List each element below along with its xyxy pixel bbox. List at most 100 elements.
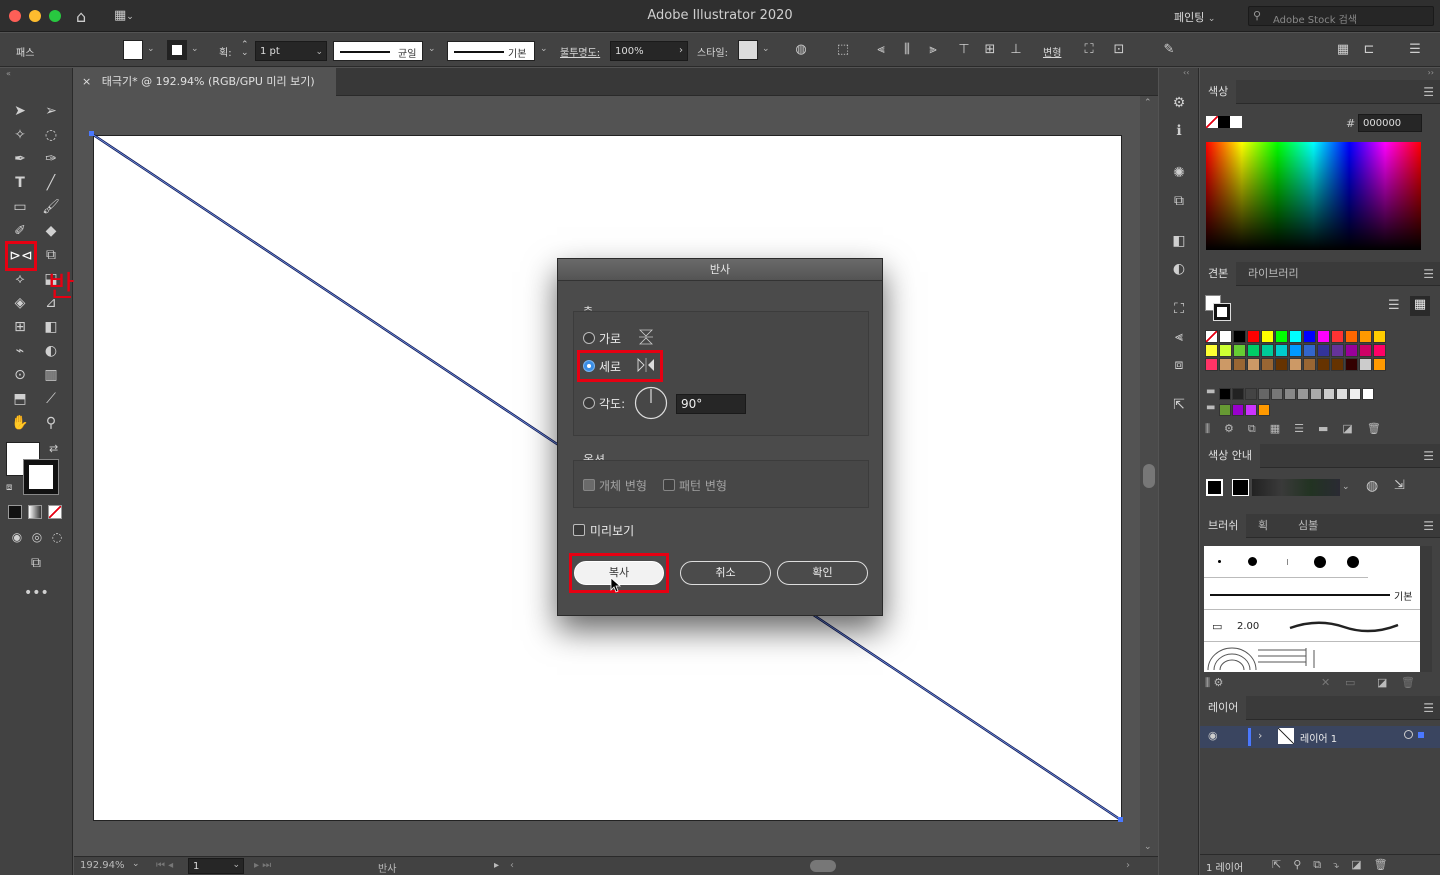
color-swatch[interactable]: [1233, 344, 1246, 357]
white-color-icon[interactable]: [1230, 116, 1242, 128]
vertical-radio[interactable]: 세로: [583, 358, 663, 374]
color-swatch[interactable]: [1297, 388, 1309, 400]
color-swatch[interactable]: [1275, 358, 1288, 371]
transform-panel-icon[interactable]: ⛶: [1168, 298, 1190, 320]
transform-objects-checkbox[interactable]: 개체 변형: [583, 477, 659, 493]
pathfinder-icon[interactable]: ⧈: [1168, 354, 1190, 376]
color-swatch[interactable]: [1261, 358, 1274, 371]
color-swatch[interactable]: [1205, 358, 1218, 371]
color-swatch[interactable]: [1323, 388, 1335, 400]
layers-footer-icons[interactable]: ⇱⚲⧉⤵◪🗑: [1272, 858, 1400, 872]
swatch-stroke-icon[interactable]: [1213, 303, 1231, 321]
basic-brush-row[interactable]: 기본: [1204, 580, 1420, 610]
brushes-scrollbar[interactable]: [1420, 546, 1432, 672]
color-swatch[interactable]: [1331, 344, 1344, 357]
guide-harmony-colors[interactable]: [1252, 479, 1340, 496]
color-swatch[interactable]: [1310, 388, 1322, 400]
color-swatch[interactable]: [1232, 404, 1244, 416]
chevron-down-icon[interactable]: ⌄: [1342, 482, 1350, 492]
artboard-number-field[interactable]: 1 ⌄: [188, 858, 244, 874]
color-swatch[interactable]: [1345, 358, 1358, 371]
visibility-eye-icon[interactable]: ◉: [1208, 729, 1218, 742]
color-spectrum[interactable]: [1206, 142, 1421, 250]
color-swatch[interactable]: [1247, 344, 1260, 357]
hex-color-field[interactable]: 000000: [1358, 114, 1422, 132]
color-swatch[interactable]: [1362, 388, 1374, 400]
color-swatch[interactable]: [1289, 330, 1302, 343]
appearance-icon[interactable]: ⚙: [1168, 92, 1190, 114]
guide-base-color[interactable]: [1206, 479, 1223, 496]
color-swatch[interactable]: [1247, 330, 1260, 343]
pattern-brush-row[interactable]: [1206, 644, 1326, 670]
color-swatch[interactable]: [1258, 388, 1270, 400]
color-swatch[interactable]: [1219, 388, 1231, 400]
color-swatch[interactable]: [1373, 358, 1386, 371]
panel-menu-icon[interactable]: ☰: [1423, 85, 1434, 99]
color-swatch[interactable]: [1359, 358, 1372, 371]
color-swatch[interactable]: [1303, 330, 1316, 343]
color-swatch[interactable]: [1275, 344, 1288, 357]
color-swatch[interactable]: [1317, 330, 1330, 343]
color-swatch[interactable]: [1247, 358, 1260, 371]
color-swatch[interactable]: [1233, 330, 1246, 343]
angle-dial[interactable]: [634, 386, 668, 420]
color-swatch[interactable]: [1245, 388, 1257, 400]
color-swatch[interactable]: [1205, 344, 1218, 357]
stroke-tab[interactable]: 획: [1250, 514, 1276, 538]
save-color-group-icon[interactable]: ⇲: [1394, 478, 1405, 493]
symbol-tab[interactable]: 심볼: [1290, 514, 1326, 538]
vertical-scrollbar[interactable]: ⌃ ⌄: [1140, 96, 1158, 856]
color-swatch[interactable]: [1359, 344, 1372, 357]
gradient-icon[interactable]: ◧: [1168, 230, 1190, 252]
color-swatch[interactable]: [1345, 344, 1358, 357]
color-swatch[interactable]: [1373, 344, 1386, 357]
color-swatch[interactable]: [1317, 344, 1330, 357]
swatches-tab[interactable]: 견본: [1200, 262, 1237, 286]
black-color-icon[interactable]: [1218, 116, 1230, 128]
color-swatch[interactable]: [1258, 404, 1270, 416]
color-swatch[interactable]: [1303, 344, 1316, 357]
color-swatch[interactable]: [1336, 388, 1348, 400]
panel-menu-icon[interactable]: ☰: [1423, 267, 1434, 281]
list-view-icon[interactable]: ☰: [1388, 298, 1400, 313]
color-swatch[interactable]: [1219, 344, 1232, 357]
panel-menu-icon[interactable]: ☰: [1423, 701, 1434, 715]
color-swatch[interactable]: [1345, 330, 1358, 343]
layers-tab[interactable]: 레이어: [1200, 696, 1247, 720]
swatches-footer-icons[interactable]: ⫼⚙⧉▦☰▬◪🗑: [1205, 422, 1435, 436]
edit-colors-icon[interactable]: ◍: [1366, 478, 1378, 494]
navigator-icon[interactable]: ✺: [1168, 162, 1190, 184]
horizontal-radio[interactable]: 가로: [583, 329, 663, 346]
zoom-level[interactable]: 192.94%: [80, 860, 125, 871]
color-swatch[interactable]: [1349, 388, 1361, 400]
angle-radio[interactable]: 각도:: [583, 395, 639, 411]
color-swatch[interactable]: [1232, 388, 1244, 400]
color-swatch[interactable]: [1331, 358, 1344, 371]
preview-checkbox[interactable]: 미리보기: [573, 522, 663, 538]
transform-patterns-checkbox[interactable]: 패턴 변형: [663, 477, 743, 493]
status-menu-icon[interactable]: ▸: [494, 860, 499, 871]
export-icon[interactable]: ⇱: [1168, 394, 1190, 416]
color-swatch[interactable]: [1261, 330, 1274, 343]
grid-view-icon[interactable]: ▦: [1410, 296, 1430, 316]
color-swatch[interactable]: [1284, 388, 1296, 400]
brushes-footer-icons[interactable]: ⫼ ⚙ ✕ ▭ ◪ 🗑: [1205, 676, 1435, 690]
expand-layer-icon[interactable]: ›: [1258, 729, 1262, 742]
target-icon[interactable]: [1404, 730, 1413, 739]
align-panel-icon[interactable]: ⫷: [1168, 326, 1190, 348]
color-swatch[interactable]: [1261, 344, 1274, 357]
color-swatch[interactable]: [1289, 358, 1302, 371]
next-artboard-icon[interactable]: ▸ ⏭: [254, 860, 271, 871]
artboards-icon[interactable]: ⧉: [1168, 190, 1190, 212]
calligraphic-brushes-row[interactable]: [1204, 546, 1368, 578]
info-icon[interactable]: ℹ: [1168, 120, 1190, 142]
layer-row[interactable]: ◉ › 레이어 1: [1200, 726, 1440, 748]
art-brush-row[interactable]: ▭ 2.00: [1204, 612, 1420, 642]
color-panel-tab[interactable]: 색상: [1200, 80, 1237, 104]
horizontal-scroll-thumb[interactable]: [810, 860, 836, 872]
color-guide-tab[interactable]: 색상 안내: [1200, 444, 1260, 468]
color-swatch[interactable]: [1219, 404, 1231, 416]
color-swatch[interactable]: [1303, 358, 1316, 371]
color-swatch[interactable]: [1271, 388, 1283, 400]
selection-indicator-icon[interactable]: [1418, 732, 1424, 738]
